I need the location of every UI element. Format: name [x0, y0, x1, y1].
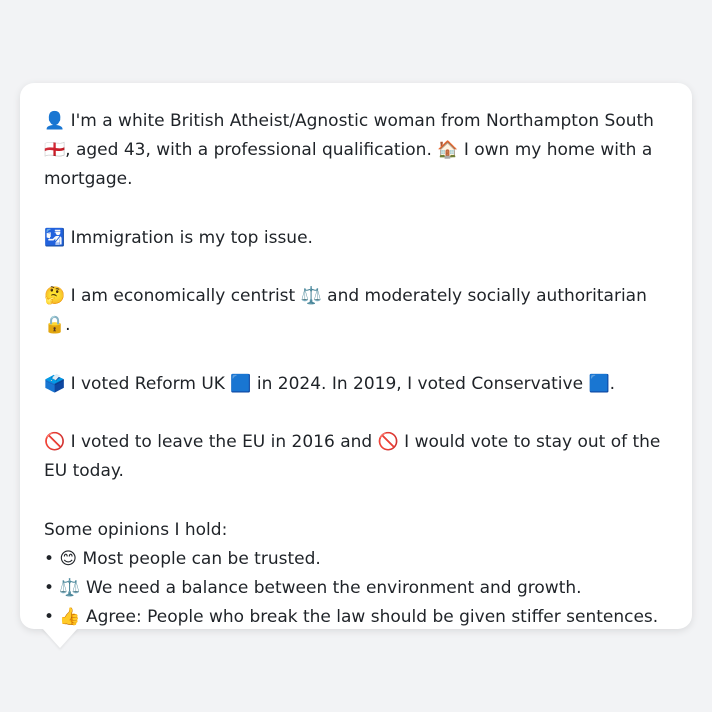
eu-vote-text: 🚫 I voted to leave the EU in 2016 and 🚫 …: [44, 432, 661, 482]
opinion-item: • 😊 Most people can be trusted.: [44, 548, 321, 569]
political-position-text: 🤔 I am economically centrist ⚖️ and mode…: [44, 286, 647, 336]
voting-history-text: 🗳️ I voted Reform UK 🟦 in 2024. In 2019,…: [44, 373, 616, 394]
opinions-section: Some opinions I hold: • 😊 Most people ca…: [44, 516, 672, 633]
top-issue-text: 🛂 Immigration is my top issue.: [44, 227, 313, 248]
bubble-tail: [42, 628, 78, 648]
opinions-heading: Some opinions I hold:: [44, 519, 228, 540]
opinion-item: • ⚖️ We need a balance between the envir…: [44, 578, 582, 599]
opinion-item: • 👍 Agree: People who break the law shou…: [44, 607, 659, 628]
profile-message-bubble: 👤 I'm a white British Atheist/Agnostic w…: [20, 83, 692, 629]
demographics-text: 👤 I'm a white British Atheist/Agnostic w…: [44, 111, 654, 190]
